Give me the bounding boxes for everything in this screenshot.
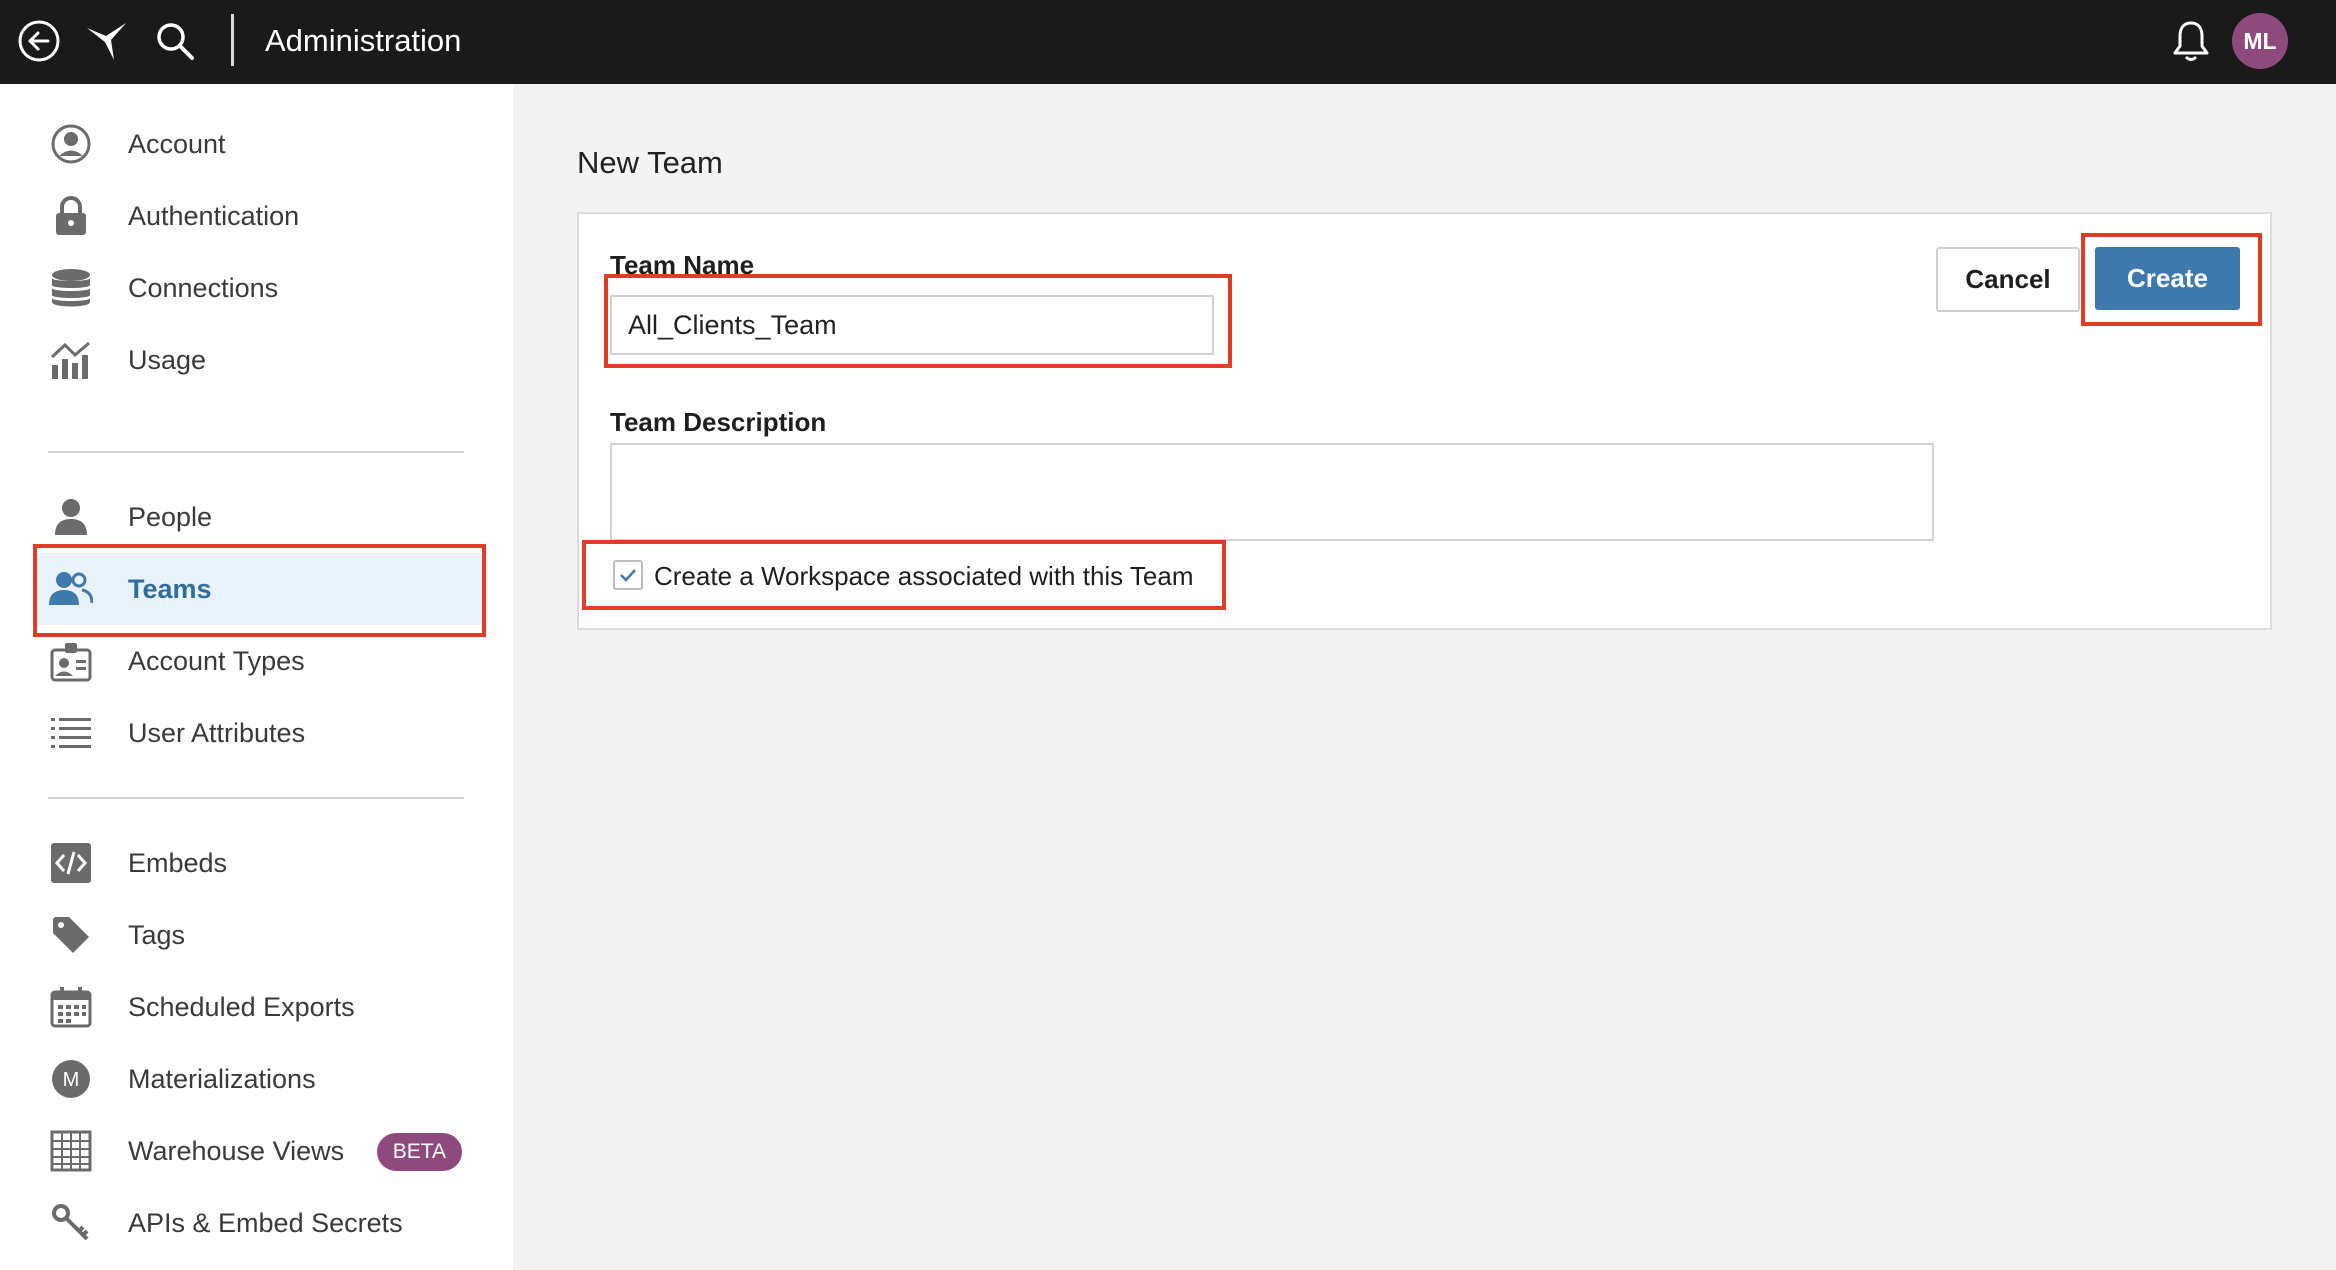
sidebar-divider bbox=[48, 451, 464, 453]
sidebar-item-scheduled-exports[interactable]: Scheduled Exports bbox=[34, 971, 482, 1043]
workspace-checkbox-label[interactable]: Create a Workspace associated with this … bbox=[654, 561, 1194, 592]
sidebar-item-teams[interactable]: Teams bbox=[34, 553, 482, 625]
usage-chart-icon bbox=[34, 339, 108, 381]
sidebar-item-apis-embed-secrets[interactable]: APIs & Embed Secrets bbox=[34, 1187, 482, 1259]
sidebar-item-label: Materializations bbox=[128, 1063, 316, 1094]
sidebar-item-label: APIs & Embed Secrets bbox=[128, 1207, 403, 1238]
sidebar-item-label: Warehouse Views bbox=[128, 1135, 345, 1166]
top-bar: Administration ML bbox=[0, 0, 2336, 84]
team-description-label: Team Description bbox=[610, 407, 827, 437]
sidebar-item-account[interactable]: Account bbox=[34, 108, 482, 180]
sidebar-item-account-types[interactable]: Account Types bbox=[34, 625, 482, 697]
svg-text:M: M bbox=[63, 1069, 80, 1091]
sidebar: Account Authentication Connections Usage… bbox=[0, 84, 513, 1270]
create-button[interactable]: Create bbox=[2095, 247, 2240, 310]
tag-icon bbox=[34, 915, 108, 955]
materialization-icon: M bbox=[34, 1058, 108, 1100]
back-icon[interactable] bbox=[12, 14, 66, 68]
sidebar-item-label: Scheduled Exports bbox=[128, 991, 355, 1022]
sidebar-item-label: Connections bbox=[128, 272, 279, 303]
sidebar-item-label: Authentication bbox=[128, 200, 300, 231]
sidebar-item-label: Account Types bbox=[128, 645, 305, 676]
cancel-button[interactable]: Cancel bbox=[1936, 247, 2080, 312]
sidebar-item-label: Tags bbox=[128, 919, 186, 950]
sidebar-item-people[interactable]: People bbox=[34, 481, 482, 553]
database-icon bbox=[34, 267, 108, 309]
sidebar-item-embeds[interactable]: Embeds bbox=[34, 827, 482, 899]
id-badge-icon bbox=[34, 640, 108, 682]
team-description-textarea[interactable] bbox=[610, 443, 1934, 541]
sidebar-item-usage[interactable]: Usage bbox=[34, 324, 482, 396]
page-title: New Team bbox=[577, 145, 723, 180]
sidebar-item-label: User Attributes bbox=[128, 717, 306, 748]
team-name-label: Team Name bbox=[610, 250, 755, 280]
key-icon bbox=[34, 1203, 108, 1243]
lock-icon bbox=[34, 195, 108, 237]
new-team-form: Team Name All_Clients_Team Team Descript… bbox=[577, 212, 2272, 630]
sidebar-item-warehouse-views[interactable]: Warehouse Views BETA bbox=[34, 1115, 482, 1187]
search-icon[interactable] bbox=[148, 14, 202, 68]
workspace-checkbox[interactable] bbox=[613, 560, 643, 590]
list-icon bbox=[34, 715, 108, 751]
app-title: Administration bbox=[265, 23, 462, 58]
team-name-input[interactable]: All_Clients_Team bbox=[610, 295, 1214, 355]
sidebar-item-tags[interactable]: Tags bbox=[34, 899, 482, 971]
sidebar-item-label: Account bbox=[128, 128, 226, 159]
beta-badge: BETA bbox=[376, 1133, 462, 1171]
sidebar-divider bbox=[48, 797, 464, 799]
checkmark-icon bbox=[620, 569, 636, 582]
sidebar-item-label: Teams bbox=[128, 573, 212, 604]
sidebar-item-label: Embeds bbox=[128, 847, 228, 878]
logo-icon[interactable] bbox=[80, 14, 134, 68]
sidebar-item-label: People bbox=[128, 501, 213, 532]
account-circle-icon bbox=[34, 123, 108, 165]
user-avatar[interactable]: ML bbox=[2232, 13, 2288, 69]
sidebar-item-label: Usage bbox=[128, 344, 207, 375]
sidebar-item-authentication[interactable]: Authentication bbox=[34, 180, 482, 252]
sidebar-item-user-attributes[interactable]: User Attributes bbox=[34, 697, 482, 769]
sidebar-item-connections[interactable]: Connections bbox=[34, 252, 482, 324]
bell-icon[interactable] bbox=[2164, 14, 2218, 68]
code-icon bbox=[34, 842, 108, 884]
team-icon bbox=[34, 571, 108, 607]
calendar-icon bbox=[34, 986, 108, 1028]
table-icon bbox=[34, 1130, 108, 1172]
person-icon bbox=[34, 497, 108, 537]
sidebar-item-materializations[interactable]: M Materializations bbox=[34, 1043, 482, 1115]
topbar-divider bbox=[231, 14, 234, 66]
